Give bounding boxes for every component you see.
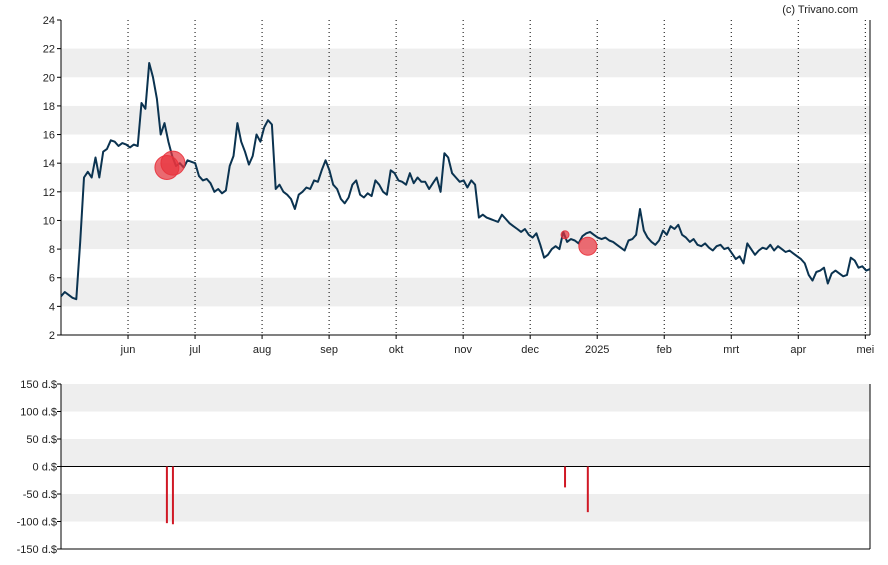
grid-band bbox=[61, 384, 870, 412]
price-chart: jun jul aug sep okt nov dec 2025 feb mrt apr mei246… bbox=[43, 15, 874, 356]
x-tick-label: mrt bbox=[723, 344, 739, 356]
credit-text: (c) Trivano.com bbox=[782, 4, 858, 16]
y-tick-label: 4 bbox=[49, 301, 55, 313]
x-tick-label: feb bbox=[657, 344, 672, 356]
grid-band bbox=[61, 277, 870, 307]
x-tick-label: aug bbox=[253, 344, 271, 356]
transaction-marker bbox=[578, 236, 598, 256]
y-tick-label: -100 d.$ bbox=[17, 517, 57, 529]
grid-band bbox=[61, 48, 870, 78]
x-tick-label: okt bbox=[389, 344, 404, 356]
x-tick-label: nov bbox=[454, 344, 472, 356]
grid-band bbox=[61, 439, 870, 467]
x-tick-label: mei bbox=[856, 344, 874, 356]
x-tick-label: apr bbox=[790, 344, 806, 356]
x-tick-label: dec bbox=[521, 344, 539, 356]
y-tick-label: 22 bbox=[43, 44, 55, 56]
y-tick-label: 20 bbox=[43, 72, 55, 84]
y-tick-label: 2 bbox=[49, 330, 55, 342]
transaction-marker bbox=[160, 150, 186, 176]
y-tick-label: 50 d.$ bbox=[26, 434, 57, 446]
insider-bar-chart: 150 d.$ 100 d.$ 50 d.$ 0 d.$ -50 d.$ -100 d.$… bbox=[17, 379, 871, 556]
y-tick-label: 100 d.$ bbox=[20, 407, 57, 419]
y-tick-label: 0 d.$ bbox=[33, 462, 57, 474]
x-tick-label: sep bbox=[320, 344, 338, 356]
y-tick-label: 150 d.$ bbox=[20, 379, 57, 391]
chart-canvas: (c) Trivano.com jun jul aug sep okt nov dec 202… bbox=[17, 4, 875, 556]
y-tick-label: 16 bbox=[43, 130, 55, 142]
y-tick-label: -50 d.$ bbox=[23, 489, 57, 501]
x-tick-label: 2025 bbox=[585, 344, 609, 356]
y-tick-label: 6 bbox=[49, 273, 55, 285]
y-tick-label: 18 bbox=[43, 101, 55, 113]
grid-band bbox=[61, 494, 870, 522]
grid-band bbox=[61, 105, 870, 135]
x-tick-label: jun bbox=[120, 344, 136, 356]
y-tick-label: 10 bbox=[43, 215, 55, 227]
x-tick-label: jul bbox=[189, 344, 201, 356]
transaction-marker bbox=[560, 230, 570, 240]
y-tick-label: 24 bbox=[43, 15, 55, 27]
y-tick-label: 8 bbox=[49, 244, 55, 256]
y-tick-label: -150 d.$ bbox=[17, 544, 57, 556]
y-tick-label: 14 bbox=[43, 158, 55, 170]
y-tick-label: 12 bbox=[43, 187, 55, 199]
